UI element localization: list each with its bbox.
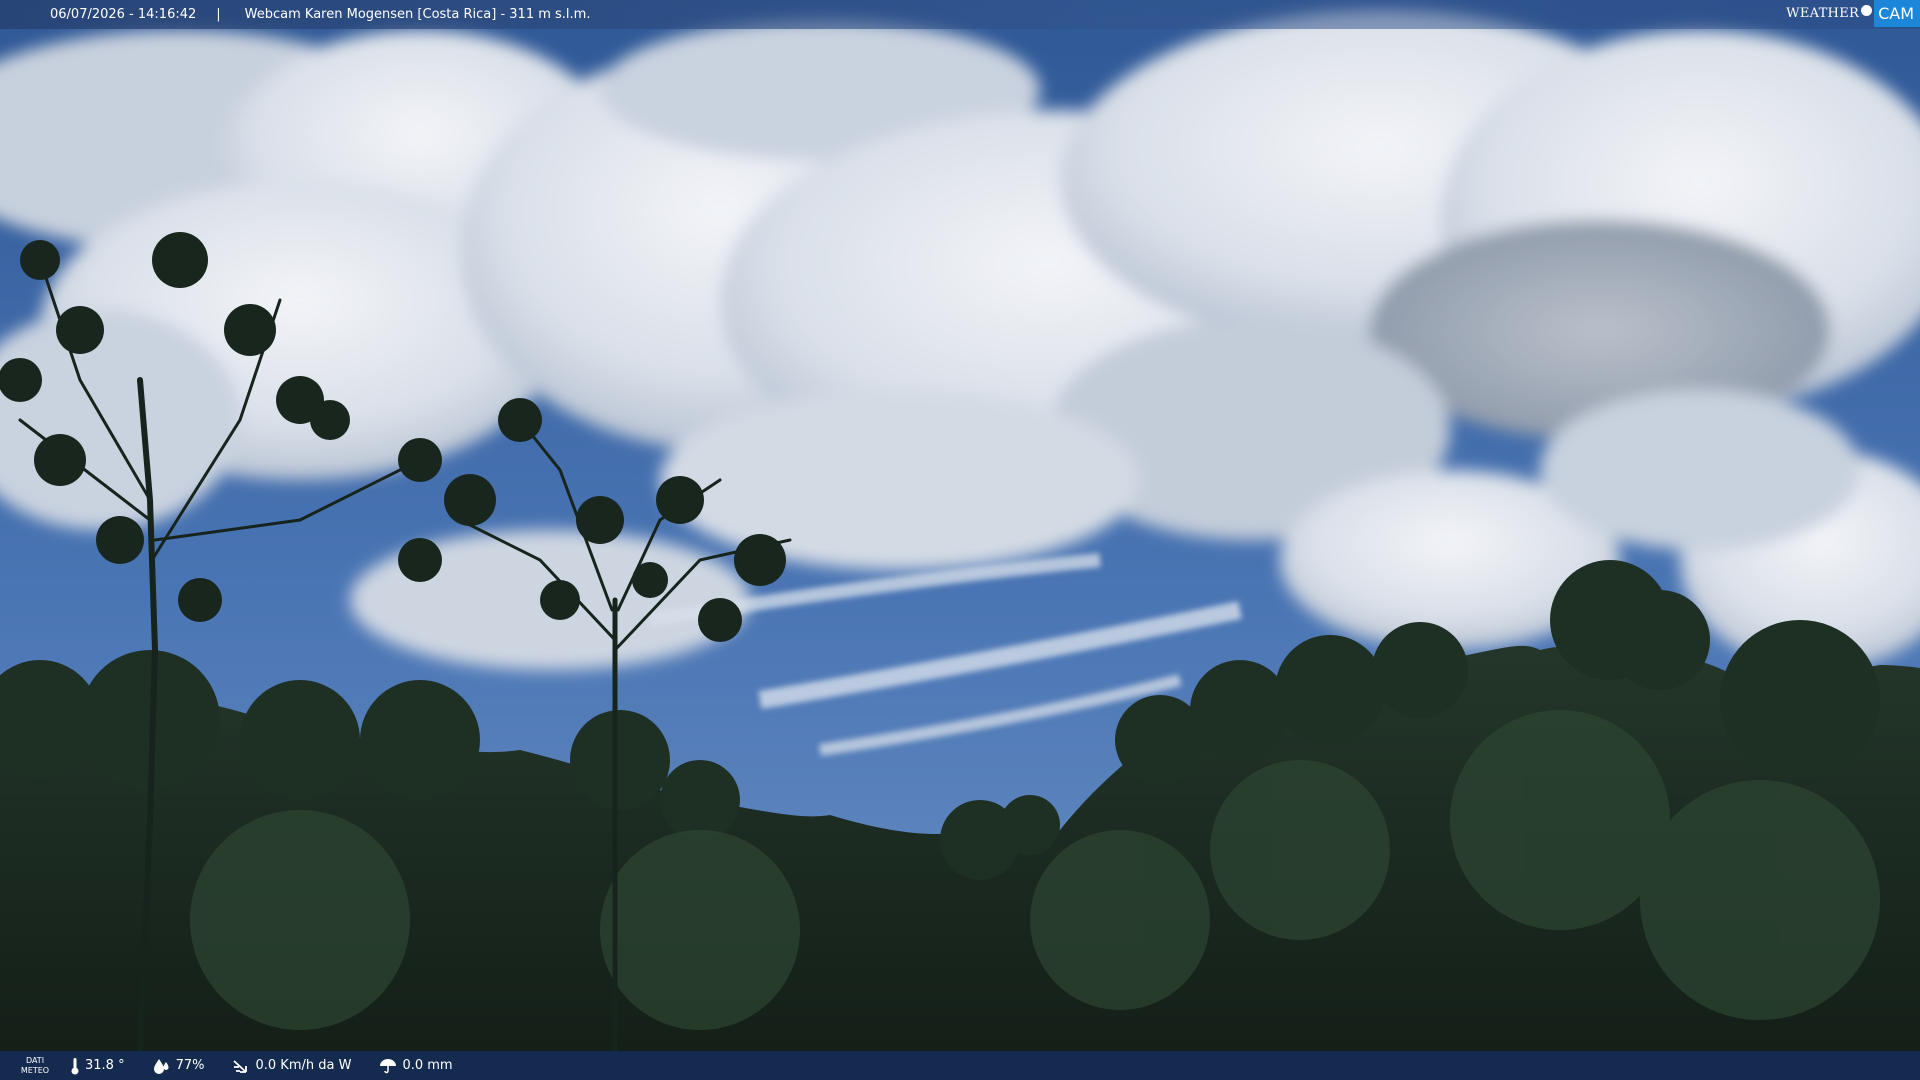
separator: | — [216, 7, 221, 22]
temperature-value: 31.8 ° — [85, 1058, 125, 1073]
logo-dot-icon — [1861, 5, 1873, 16]
timestamp: 06/07/2026 - 14:16:42 — [50, 7, 197, 22]
logo-cam-text: CAM — [1874, 0, 1920, 27]
webcam-scene — [0, 0, 1920, 1080]
dati-label: DATI — [25, 1055, 45, 1065]
thermometer-icon — [71, 1057, 79, 1074]
humidity-icon — [153, 1058, 169, 1074]
dati-meteo-label: DATI METEO — [0, 1056, 70, 1076]
rain-value: 0.0 mm — [402, 1058, 453, 1073]
humidity-value: 77% — [175, 1058, 205, 1073]
temperature-reading: 31.8 ° — [70, 1057, 125, 1075]
wind-value: 0.0 Km/h da W — [255, 1058, 352, 1073]
wind-icon — [233, 1059, 248, 1073]
weather-data-bar: DATI METEO 31.8 ° 77% 0.0 Km/h da W 0.0 … — [0, 1051, 1920, 1080]
meteo-label: METEO — [20, 1065, 50, 1075]
camera-title: Webcam Karen Mogensen [Costa Rica] - 311… — [244, 7, 591, 22]
wind-reading: 0.0 Km/h da W — [232, 1058, 351, 1074]
humidity-reading: 77% — [153, 1058, 205, 1074]
logo-weather-text: WEATHER — [1786, 6, 1860, 21]
rain-icon — [380, 1058, 397, 1073]
top-overlay-bar: 06/07/2026 - 14:16:42 | Webcam Karen Mog… — [0, 0, 1920, 29]
weathercam-logo: WEATHER CAM — [1786, 0, 1920, 27]
rain-reading: 0.0 mm — [379, 1058, 453, 1074]
